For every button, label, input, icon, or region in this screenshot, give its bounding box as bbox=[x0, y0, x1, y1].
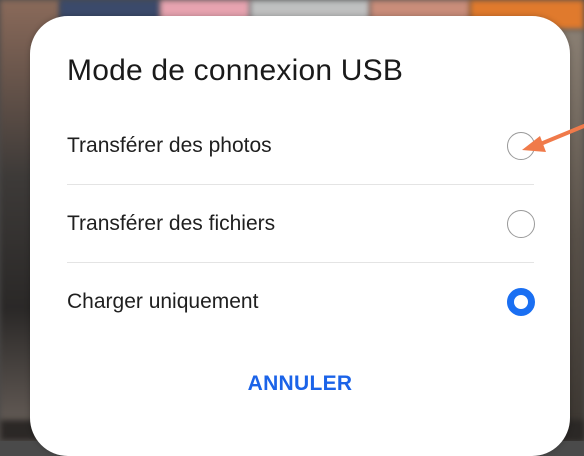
radio-unchecked-icon[interactable] bbox=[507, 210, 535, 238]
dialog-title: Mode de connexion USB bbox=[67, 54, 404, 87]
option-label: Charger uniquement bbox=[67, 290, 259, 313]
cancel-button[interactable]: ANNULER bbox=[30, 372, 570, 396]
option-transfer-files[interactable]: Transférer des fichiers bbox=[67, 185, 535, 263]
option-charge-only[interactable]: Charger uniquement bbox=[67, 263, 535, 341]
radio-checked-icon[interactable] bbox=[507, 288, 535, 316]
option-label: Transférer des fichiers bbox=[67, 212, 276, 235]
radio-unchecked-icon[interactable] bbox=[507, 132, 535, 160]
usb-mode-dialog: Mode de connexion USB Transférer des pho… bbox=[30, 16, 570, 456]
option-label: Transférer des photos bbox=[67, 134, 272, 157]
option-transfer-photos[interactable]: Transférer des photos bbox=[67, 107, 535, 185]
